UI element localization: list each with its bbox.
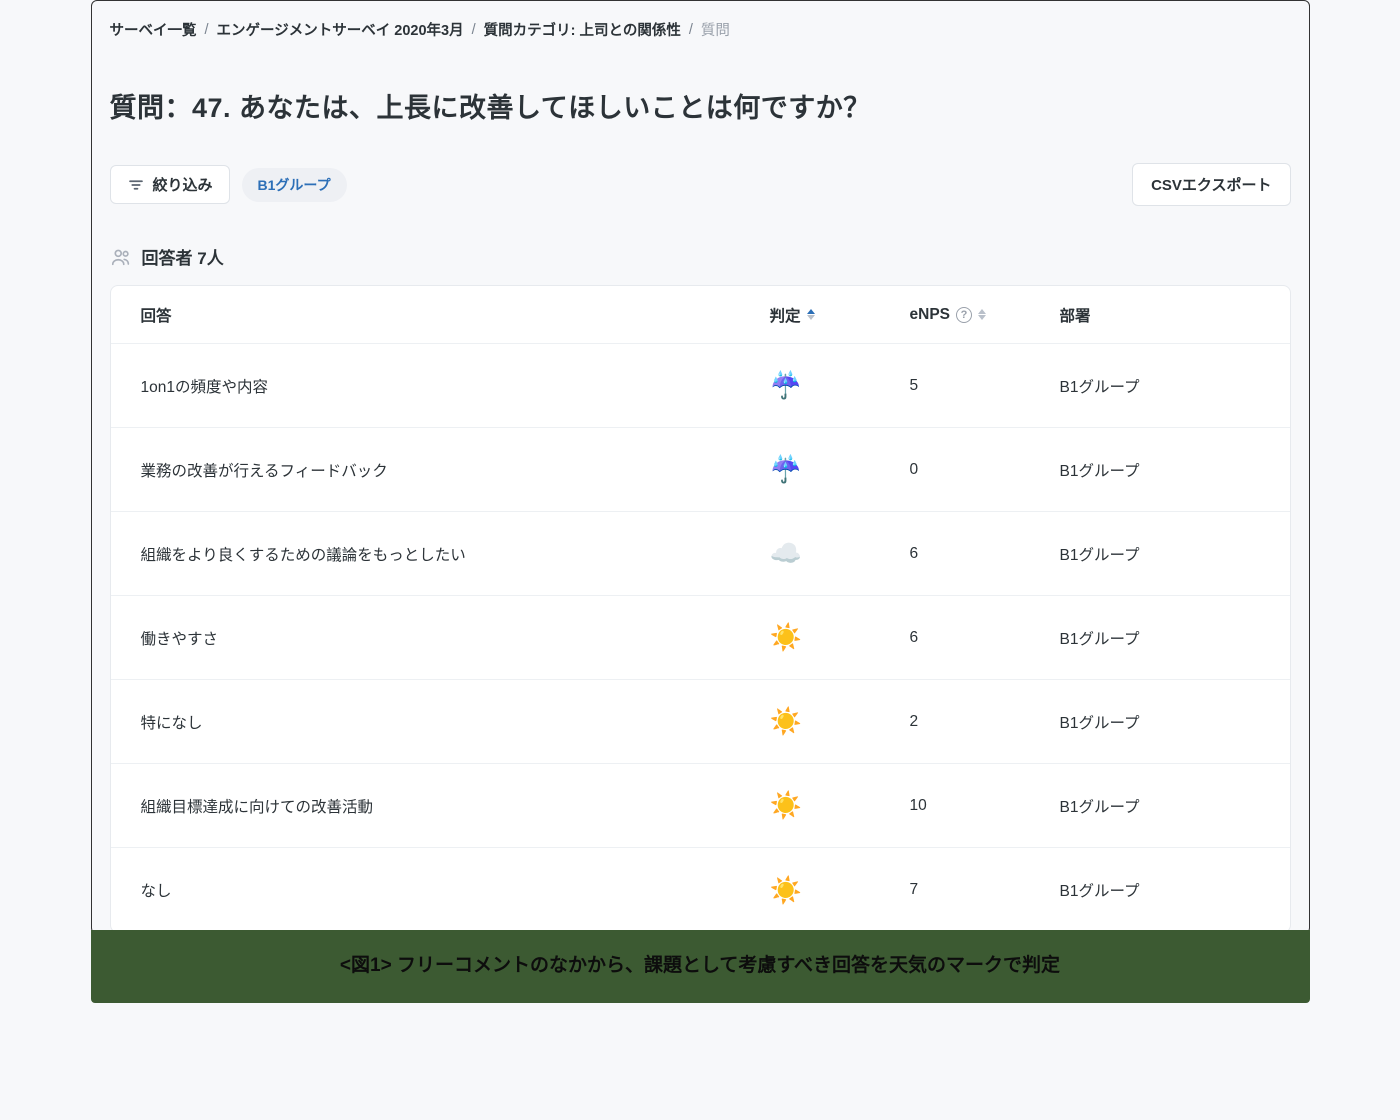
cell-judgement-cloud-icon: ☁️: [770, 538, 910, 569]
cell-department: B1グループ: [1060, 375, 1260, 397]
table-row[interactable]: 働きやすさ☀️6B1グループ: [111, 596, 1290, 680]
respondent-count-value: 7: [197, 249, 206, 268]
people-icon: [110, 246, 132, 268]
breadcrumb-separator: /: [205, 22, 209, 38]
cell-answer: 業務の改善が行えるフィードバック: [141, 459, 770, 481]
cell-enps: 2: [910, 713, 1060, 731]
cell-enps: 6: [910, 629, 1060, 647]
cell-enps: 10: [910, 797, 1060, 815]
breadcrumb: サーベイ一覧 / エンゲージメントサーベイ 2020年3月 / 質問カテゴリ: …: [92, 19, 1309, 40]
cell-department: B1グループ: [1060, 795, 1260, 817]
col-header-judgement[interactable]: 判定: [770, 304, 910, 326]
respondent-label-suffix: 人: [207, 249, 224, 268]
cell-department: B1グループ: [1060, 543, 1260, 565]
cell-answer: 1on1の頻度や内容: [141, 375, 770, 397]
cell-judgement-sun-icon: ☀️: [770, 875, 910, 906]
cell-department: B1グループ: [1060, 879, 1260, 901]
breadcrumb-separator: /: [472, 22, 476, 38]
table-row[interactable]: 組織目標達成に向けての改善活動☀️10B1グループ: [111, 764, 1290, 848]
cell-department: B1グループ: [1060, 627, 1260, 649]
breadcrumb-separator: /: [689, 22, 693, 38]
breadcrumb-link-survey-name[interactable]: エンゲージメントサーベイ 2020年3月: [217, 19, 464, 40]
table-row[interactable]: 特になし☀️2B1グループ: [111, 680, 1290, 764]
respondent-label-prefix: 回答者: [142, 249, 193, 268]
table-row[interactable]: なし☀️7B1グループ: [111, 848, 1290, 932]
filter-icon: [127, 176, 145, 194]
cell-judgement-sun-icon: ☀️: [770, 790, 910, 821]
table-row[interactable]: 組織をより良くするための議論をもっとしたい☁️6B1グループ: [111, 512, 1290, 596]
col-header-enps[interactable]: eNPS ?: [910, 306, 1060, 324]
figure-caption: <図1> フリーコメントのなかから、課題として考慮すべき回答を天気のマークで判定: [91, 930, 1310, 1003]
cell-answer: 働きやすさ: [141, 627, 770, 649]
breadcrumb-link-category[interactable]: 質問カテゴリ: 上司との関係性: [484, 19, 681, 40]
filter-button[interactable]: 絞り込み: [110, 165, 230, 204]
responses-table: 回答 判定 eNPS ? 部署 1on1の頻度や内容☔5B1グループ業務の改善が…: [110, 285, 1291, 933]
col-header-department: 部署: [1060, 304, 1260, 326]
cell-enps: 5: [910, 377, 1060, 395]
filter-chip-group[interactable]: B1グループ: [242, 168, 347, 202]
cell-department: B1グループ: [1060, 459, 1260, 481]
table-row[interactable]: 1on1の頻度や内容☔5B1グループ: [111, 344, 1290, 428]
table-row[interactable]: 業務の改善が行えるフィードバック☔0B1グループ: [111, 428, 1290, 512]
help-icon[interactable]: ?: [956, 307, 972, 323]
table-header: 回答 判定 eNPS ? 部署: [111, 286, 1290, 344]
cell-department: B1グループ: [1060, 711, 1260, 733]
respondent-count: 回答者 7人: [92, 244, 1309, 269]
cell-answer: 組織目標達成に向けての改善活動: [141, 795, 770, 817]
cell-enps: 6: [910, 545, 1060, 563]
sort-icon: [978, 309, 986, 320]
cell-enps: 0: [910, 461, 1060, 479]
toolbar: 絞り込み B1グループ CSVエクスポート: [92, 163, 1309, 206]
filter-button-label: 絞り込み: [153, 174, 213, 195]
sort-icon: [807, 309, 815, 320]
breadcrumb-link-surveys[interactable]: サーベイ一覧: [110, 19, 197, 40]
col-header-answer: 回答: [141, 304, 770, 326]
cell-enps: 7: [910, 881, 1060, 899]
cell-answer: 組織をより良くするための議論をもっとしたい: [141, 543, 770, 565]
csv-export-button[interactable]: CSVエクスポート: [1132, 163, 1290, 206]
breadcrumb-current: 質問: [701, 19, 730, 40]
cell-judgement-sun-icon: ☀️: [770, 622, 910, 653]
cell-judgement-rain-icon: ☔: [770, 370, 910, 401]
page-title: 質問：47. あなたは、上長に改善してほしいことは何ですか？: [92, 86, 1309, 125]
cell-judgement-sun-icon: ☀️: [770, 706, 910, 737]
cell-judgement-rain-icon: ☔: [770, 454, 910, 485]
cell-answer: なし: [141, 879, 770, 901]
cell-answer: 特になし: [141, 711, 770, 733]
